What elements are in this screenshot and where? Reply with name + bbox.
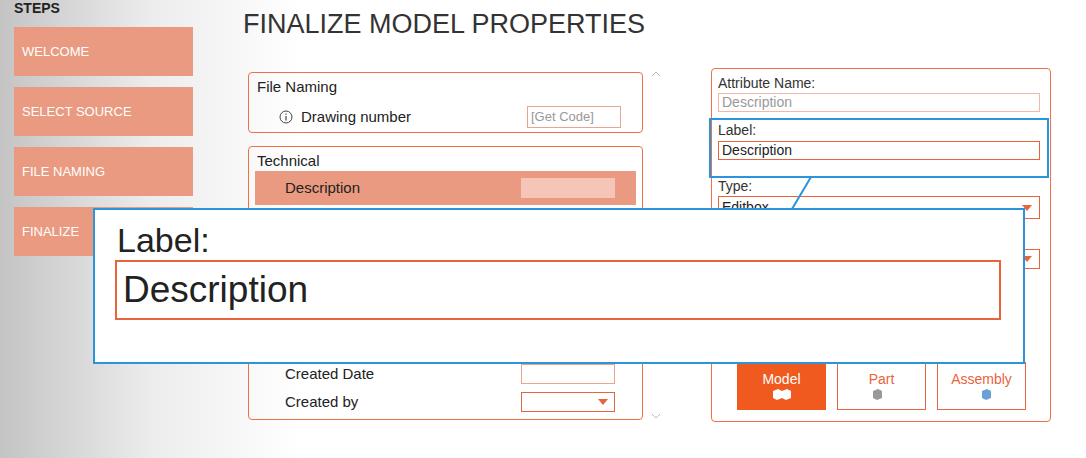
property-row[interactable]: Drawing number [Get Code] bbox=[249, 104, 642, 130]
attribute-name-label: Attribute Name: bbox=[718, 75, 1040, 91]
property-label: Created by bbox=[285, 391, 358, 414]
property-input[interactable] bbox=[521, 178, 615, 198]
page-title: FINALIZE MODEL PROPERTIES bbox=[243, 8, 1051, 36]
target-button[interactable]: Model bbox=[737, 362, 826, 410]
attribute-name-input: Description bbox=[718, 93, 1040, 112]
step-button[interactable]: SELECT SOURCE bbox=[14, 87, 193, 136]
property-row[interactable]: Created Date bbox=[255, 360, 636, 388]
zoom-input: Description bbox=[115, 260, 1001, 320]
property-row[interactable]: Description bbox=[255, 171, 636, 205]
property-label: Drawing number bbox=[279, 106, 411, 129]
property-label: Created Date bbox=[285, 363, 374, 386]
group-box: File Naming Drawing number [Get Code] bbox=[248, 72, 643, 133]
property-input[interactable]: [Get Code] bbox=[527, 106, 621, 128]
info-icon bbox=[279, 110, 293, 124]
group-title: File Naming bbox=[249, 78, 642, 96]
step-button[interactable]: FILE NAMING bbox=[14, 147, 193, 196]
property-input[interactable] bbox=[521, 364, 615, 384]
zoom-callout: Label:Description bbox=[93, 208, 1025, 364]
cube-icon bbox=[770, 387, 794, 401]
type-label: Type: bbox=[718, 179, 1040, 193]
dropdown-arrow-icon bbox=[598, 399, 608, 405]
cube-icon bbox=[870, 387, 894, 401]
property-label: Description bbox=[285, 177, 360, 200]
label-label: Label: bbox=[718, 122, 1040, 138]
target-button[interactable]: Part bbox=[837, 362, 926, 410]
step-button[interactable]: WELCOME bbox=[14, 27, 193, 76]
property-dropdown[interactable] bbox=[521, 392, 615, 412]
steps-header: STEPS bbox=[14, 0, 193, 27]
app: STEPSWELCOME SELECT SOURCE FILE NAMING FINA… bbox=[0, 0, 1086, 458]
cube-icon bbox=[970, 387, 994, 401]
property-row[interactable]: Created by bbox=[255, 388, 636, 416]
label-field-highlight: Label: Description bbox=[709, 118, 1049, 178]
group-title: Technical bbox=[249, 152, 642, 170]
target-buttons: ModelPartAssembly bbox=[718, 362, 1040, 410]
scroll-down-icon[interactable] bbox=[652, 414, 660, 419]
zoom-label: Label: bbox=[115, 220, 1001, 260]
target-button[interactable]: Assembly bbox=[937, 362, 1026, 410]
label-input[interactable]: Description bbox=[718, 141, 1040, 160]
scroll-up-icon[interactable] bbox=[652, 71, 660, 76]
